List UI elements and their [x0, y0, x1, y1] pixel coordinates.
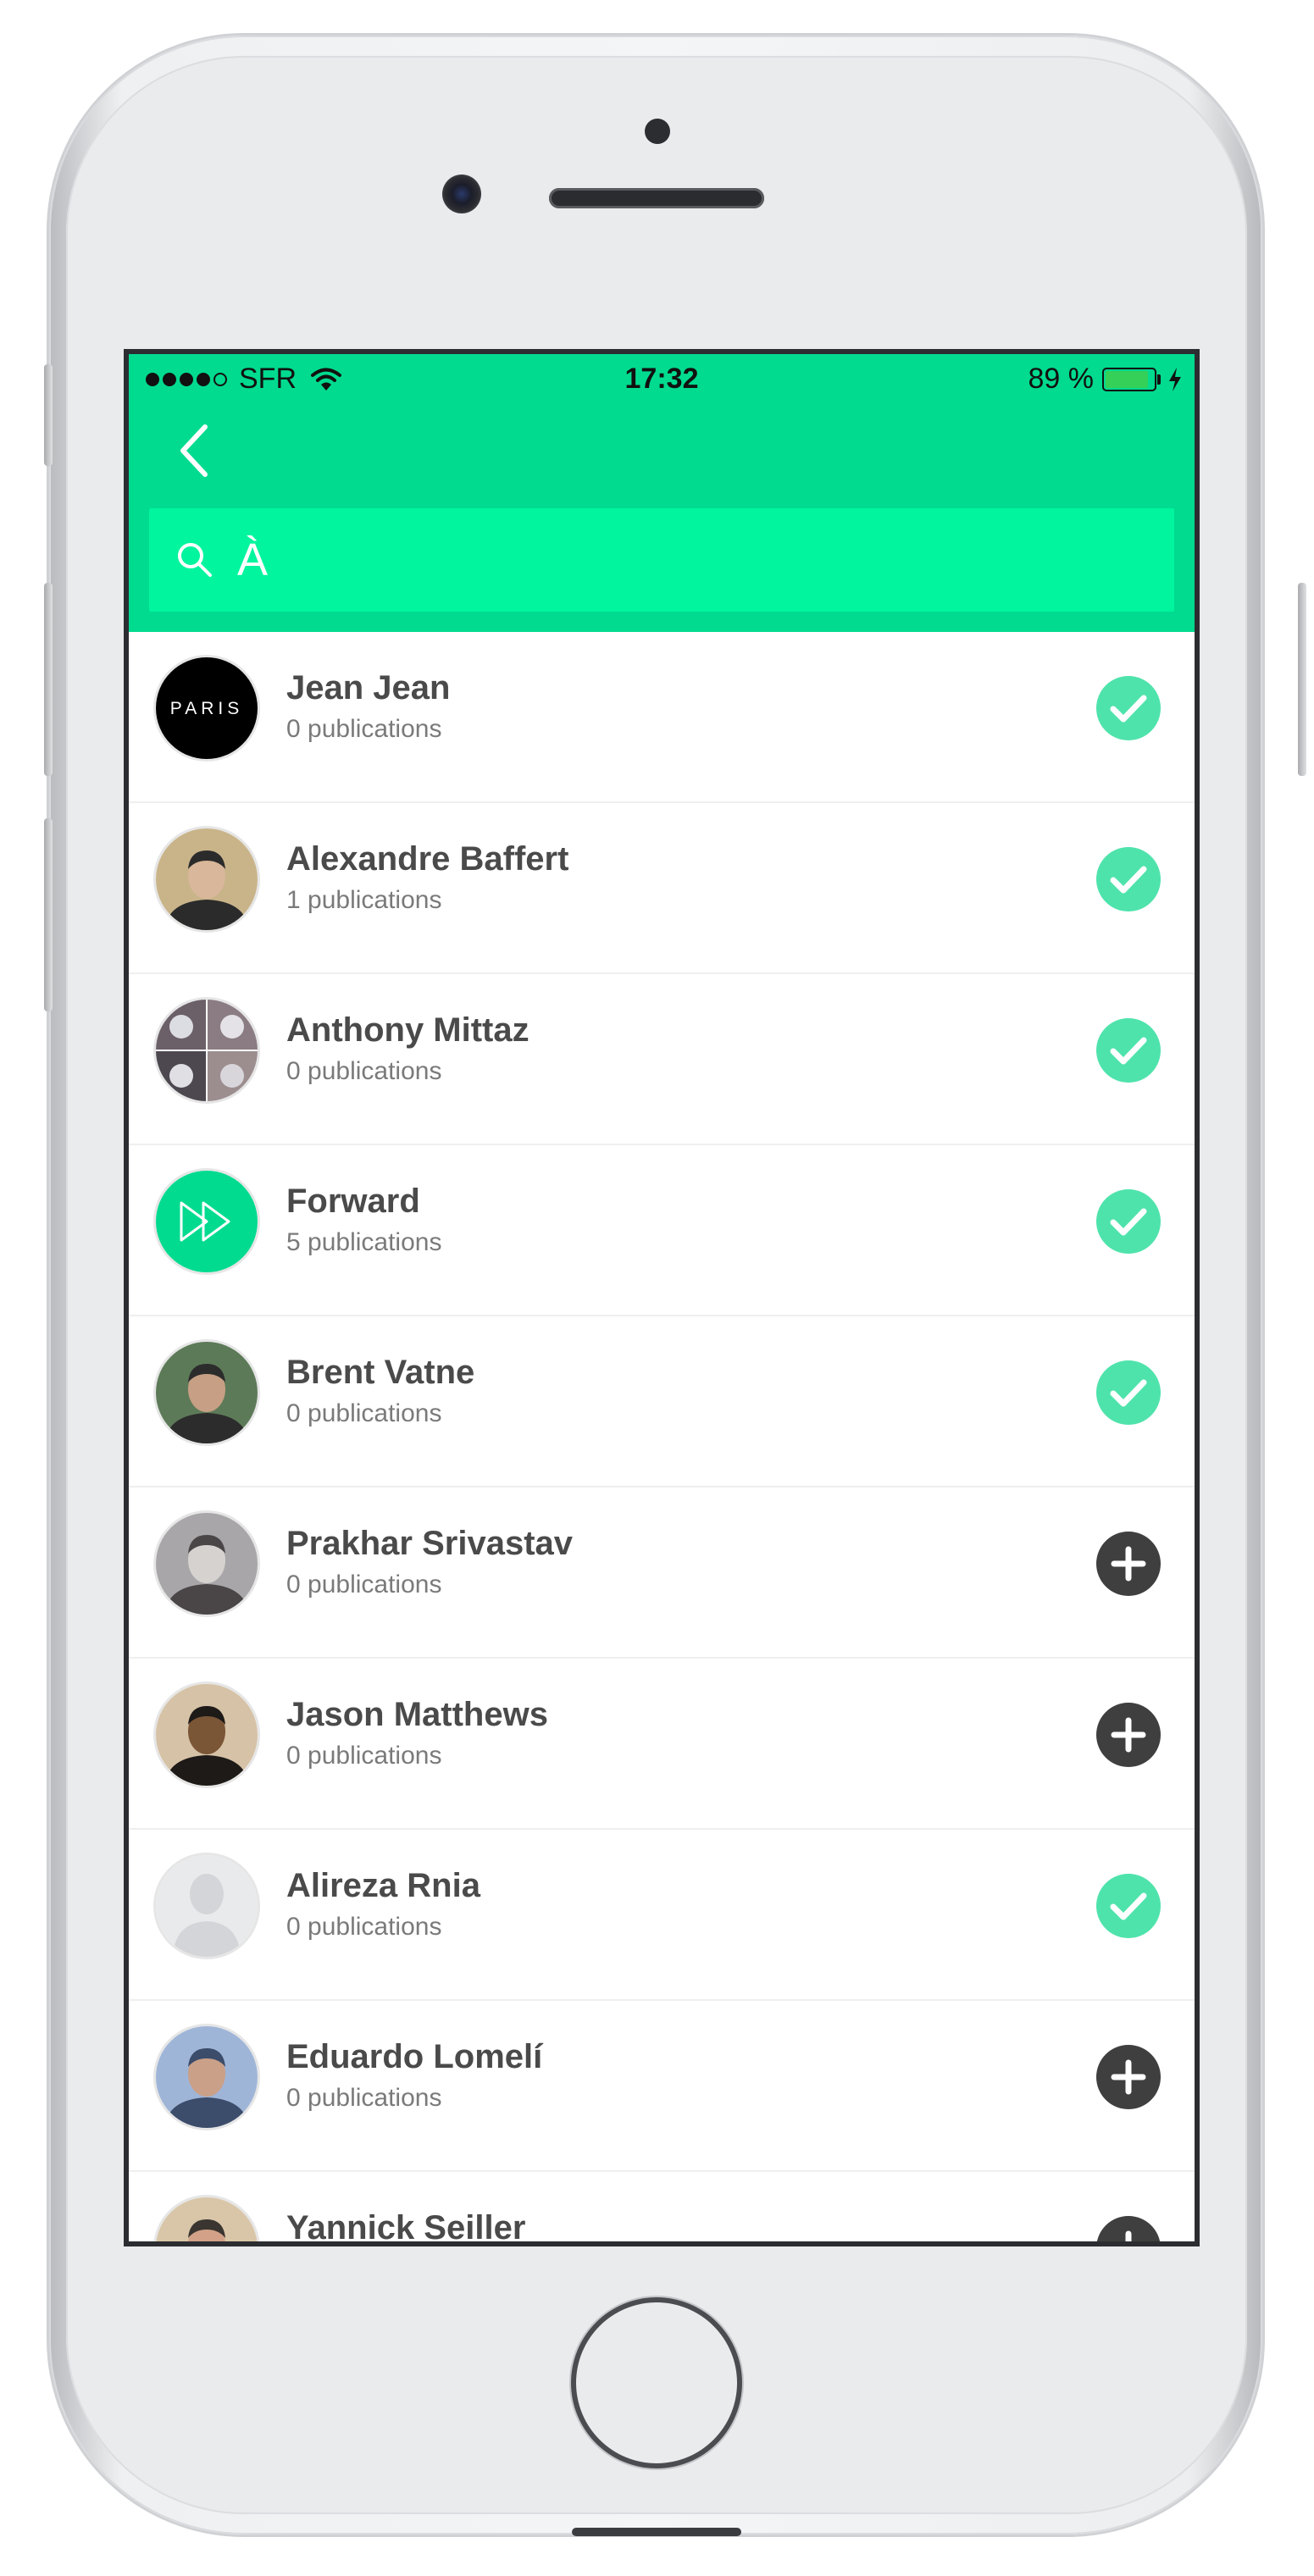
list-item[interactable]: Brent Vatne 0 publications: [129, 1316, 1195, 1487]
volume-down-button: [44, 818, 53, 1011]
avatar: [156, 1513, 258, 1615]
screen: SFR 17:32 89 % À PARIS Jean Jean 0 publi…: [124, 349, 1200, 2246]
publication-count: 0 publications: [286, 1057, 442, 1085]
add-plus-icon[interactable]: [1096, 1703, 1161, 1767]
publication-count: 1 publications: [286, 886, 442, 914]
list-item[interactable]: Anthony Mittaz 0 publications: [129, 974, 1195, 1145]
status-bar: SFR 17:32 89 %: [129, 354, 1195, 398]
volume-up-button: [44, 583, 53, 776]
list-item[interactable]: Alireza Rnia 0 publications: [129, 1830, 1195, 2001]
list-item[interactable]: Prakhar Srivastav 0 publications: [129, 1487, 1195, 1659]
list-item[interactable]: Jason Matthews 0 publications: [129, 1659, 1195, 1830]
following-check-icon[interactable]: [1096, 1018, 1161, 1083]
publication-count: 5 publications: [286, 1228, 442, 1256]
charging-bolt-icon: [1169, 367, 1181, 391]
search-input[interactable]: [236, 533, 1086, 587]
list-item[interactable]: Eduardo Lomelí 0 publications: [129, 2001, 1195, 2172]
user-name: Alireza Rnia: [286, 1867, 480, 1904]
bottom-edge: [572, 2528, 741, 2536]
chevron-left-icon: [180, 424, 208, 477]
avatar-paris-logo: PARIS: [156, 657, 258, 759]
paris-logo-text: PARIS: [170, 699, 243, 718]
back-button[interactable]: [171, 417, 222, 485]
following-check-icon[interactable]: [1096, 1874, 1161, 1938]
publication-count: 0 publications: [286, 715, 442, 743]
user-name: Brent Vatne: [286, 1354, 475, 1391]
user-list: PARIS Jean Jean 0 publications Alexandre Ba…: [129, 632, 1195, 2246]
list-item[interactable]: Forward 5 publications: [129, 1145, 1195, 1316]
proximity-sensor: [645, 119, 670, 144]
battery-fill: [1106, 370, 1148, 388]
mute-switch: [44, 364, 53, 466]
add-plus-icon[interactable]: [1096, 1532, 1161, 1596]
avatar: [156, 828, 258, 930]
list-item[interactable]: PARIS Jean Jean 0 publications: [129, 632, 1195, 803]
user-name: Forward: [286, 1183, 420, 1220]
battery-icon: [1102, 367, 1156, 391]
home-button[interactable]: [576, 2302, 737, 2463]
user-name: Eduardo Lomelí: [286, 2038, 543, 2075]
search-icon: [178, 543, 212, 577]
avatar: [156, 1684, 258, 1786]
avatar: [156, 2197, 258, 2241]
user-name: Alexandre Baffert: [286, 840, 569, 878]
user-name: Yannick Seiller: [286, 2209, 526, 2246]
publication-count: 0 publications: [286, 1913, 442, 1941]
earpiece-speaker: [549, 188, 764, 208]
following-check-icon[interactable]: [1096, 1189, 1161, 1254]
list-item[interactable]: Alexandre Baffert 1 publications: [129, 803, 1195, 974]
user-name: Jason Matthews: [286, 1696, 548, 1733]
user-name: Prakhar Srivastav: [286, 1525, 574, 1562]
following-check-icon[interactable]: [1096, 847, 1161, 911]
avatar: [156, 1342, 258, 1443]
publication-count: 0 publications: [286, 2084, 442, 2112]
user-name: Anthony Mittaz: [286, 1011, 529, 1049]
add-plus-icon[interactable]: [1096, 2045, 1161, 2109]
add-plus-icon[interactable]: [1096, 2216, 1161, 2241]
avatar-default: [156, 1855, 258, 1957]
search-field[interactable]: [149, 508, 1174, 612]
following-check-icon[interactable]: [1096, 1360, 1161, 1425]
battery-percentage: 89 %: [1028, 363, 1095, 395]
avatar: [156, 1000, 258, 1101]
publication-count: 0 publications: [286, 1571, 442, 1598]
status-right: 89 %: [1028, 363, 1184, 396]
avatar-forward-logo: [156, 1171, 258, 1272]
front-camera: [442, 175, 481, 213]
avatar: [156, 2026, 258, 2128]
power-button: [1298, 583, 1306, 776]
header-bar: SFR 17:32 89 %: [129, 354, 1195, 632]
publication-count: 0 publications: [286, 1742, 442, 1770]
list-item[interactable]: Yannick Seiller0 publications: [129, 2172, 1195, 2246]
user-name: Jean Jean: [286, 669, 451, 706]
following-check-icon[interactable]: [1096, 676, 1161, 740]
publication-count: 0 publications: [286, 1399, 442, 1427]
battery-cap: [1157, 374, 1161, 385]
